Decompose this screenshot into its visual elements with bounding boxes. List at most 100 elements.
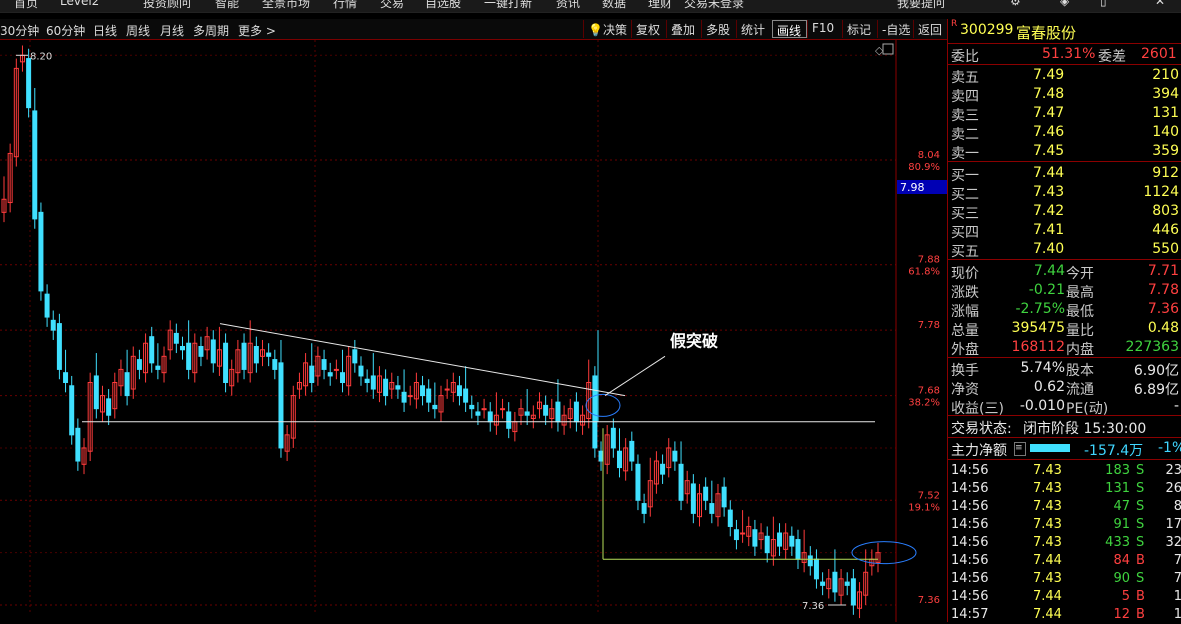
candle-body (401, 391, 407, 403)
ask-row: 卖一 7.45 359 (948, 142, 1181, 162)
tick-row: 14:56 7.43 90 S 7 (948, 570, 1181, 588)
candle-body (573, 401, 579, 423)
menu-ipo[interactable]: 一键打新 (484, 0, 532, 11)
tool-remove-watch[interactable]: -自选 (877, 20, 913, 38)
menu-advisor[interactable]: 投资顾问 (143, 0, 191, 11)
tick-side: S (1136, 535, 1145, 550)
ask-volume: 210 (1152, 67, 1179, 83)
quote-value: 6.89亿 (1133, 382, 1179, 398)
period-monthly[interactable]: 月线 (160, 22, 184, 39)
menu-login-status[interactable]: 交易未登录 (684, 0, 744, 11)
period-30min[interactable]: 30分钟 (0, 22, 39, 39)
candle-body (223, 342, 229, 383)
tool-f10[interactable]: F10 (807, 20, 842, 38)
chart-grid (0, 40, 897, 622)
phone-icon[interactable]: ▯ (1100, 0, 1107, 8)
candle-body (660, 463, 666, 475)
top-menu-bar: 首页 Level2 投资顾问 智能 全景市场 行情 交易 自选股 一键打新 资讯… (0, 0, 1181, 13)
candle-body (38, 211, 44, 292)
period-weekly[interactable]: 周线 (126, 22, 150, 39)
ask-label: 卖四 (951, 89, 979, 105)
quote-value: 6.90亿 (1133, 363, 1179, 379)
bid-row: 买三 7.42 803 (948, 202, 1181, 222)
stock-marker: R (951, 19, 958, 29)
period-multi[interactable]: 多周期 (193, 22, 229, 39)
candle-body (50, 319, 56, 331)
period-more[interactable]: 更多 > (238, 22, 276, 39)
stock-name: 富春股份 (1016, 24, 1077, 42)
bid-label: 买四 (951, 225, 979, 241)
high-label: 8.20 (30, 51, 52, 62)
candle-body (721, 486, 727, 508)
menu-quotes[interactable]: 行情 (333, 0, 357, 11)
annotation-pointer (604, 355, 666, 397)
tool-decision[interactable]: 💡决策 (583, 20, 631, 38)
tick-price: 7.44 (1033, 589, 1062, 604)
price-axis: 8.0480.9% 7.8861.8% 7.78 7.6838.2% 7.5219.1%… (875, 43, 947, 606)
low-label: 7.36 (802, 601, 824, 612)
candle-body (598, 450, 604, 462)
tool-draw[interactable]: 画线 (772, 20, 807, 38)
candle-body (173, 332, 179, 344)
quote-row: 净资 0.62 流通 6.89亿 (948, 378, 1181, 398)
candle-body (635, 463, 641, 501)
divider (948, 161, 1181, 162)
quote-value: - (1173, 398, 1179, 414)
tool-overlay[interactable]: 叠加 (666, 20, 701, 38)
settings-icon[interactable]: ⚙ (1010, 0, 1021, 8)
box-icon[interactable]: ◈ (1060, 0, 1069, 8)
tool-fuquan[interactable]: 复权 (631, 20, 666, 38)
close-icon[interactable]: ✕ (1155, 0, 1165, 8)
menu-watchlist[interactable]: 自选股 (425, 0, 461, 11)
menu-level2[interactable]: Level2 (60, 0, 99, 8)
candle-body (610, 427, 616, 449)
candlestick-chart[interactable]: 假突破 8.20 7.36 8.0480.9% 7.8861.8% 7.78 7.6838… (0, 40, 947, 622)
candle-body (733, 529, 739, 541)
quote-label: 量比 (1066, 323, 1094, 339)
tick-count: 26 (1165, 481, 1181, 496)
tick-time: 14:56 (951, 589, 989, 604)
menu-market[interactable]: 全景市场 (262, 0, 310, 11)
ask-row: 卖五 7.49 210 (948, 66, 1181, 86)
weibi-row: 委比 51.31% 委差 2601 (948, 45, 1181, 65)
tick-volume: 84 (1113, 553, 1130, 568)
status-label: 交易状态: (951, 421, 1012, 437)
tool-stats[interactable]: 统计 (736, 20, 772, 38)
tick-row: 14:56 7.43 91 S 17 (948, 516, 1181, 534)
price-tick-label: 7.52 (918, 490, 940, 501)
candle-body (149, 336, 155, 364)
menu-home[interactable]: 首页 (14, 0, 38, 11)
weicha-label: 委差 (1098, 49, 1126, 65)
drawn-lines: 假突破 8.20 7.36 (16, 51, 917, 612)
candle-body (124, 372, 130, 397)
period-60min[interactable]: 60分钟 (46, 22, 85, 39)
list-icon[interactable]: ≡ (1014, 442, 1026, 456)
candle-body (44, 293, 50, 318)
tool-multistock[interactable]: 多股 (701, 20, 736, 38)
ask-volume: 131 (1152, 105, 1179, 121)
tick-side: B (1136, 553, 1145, 568)
quote-label: 现价 (951, 266, 979, 282)
menu-finance[interactable]: 理财 (648, 0, 672, 11)
candle-body (426, 388, 432, 403)
tick-price: 7.44 (1033, 607, 1062, 622)
candle-body (32, 110, 38, 220)
quote-value: 395475 (1011, 320, 1065, 336)
menu-ask[interactable]: 我要提问 (897, 0, 945, 11)
tick-volume: 5 (1121, 589, 1130, 604)
candle-body (500, 408, 506, 411)
quote-value: -2.75% (1015, 301, 1065, 317)
tool-back[interactable]: 返回 (913, 20, 947, 38)
period-daily[interactable]: 日线 (93, 22, 117, 39)
menu-news[interactable]: 资讯 (556, 0, 580, 11)
menu-smart[interactable]: 智能 (215, 0, 239, 11)
menu-trade[interactable]: 交易 (380, 0, 404, 11)
menu-data[interactable]: 数据 (602, 0, 626, 11)
quote-label: 涨幅 (951, 304, 979, 320)
tick-time: 14:56 (951, 571, 989, 586)
current-price-tag: 7.98 (900, 181, 925, 194)
tool-mark[interactable]: 标记 (842, 20, 877, 38)
tick-count: 17 (1165, 517, 1181, 532)
candle-body (469, 404, 475, 410)
price-tick-label: 7.78 (918, 320, 940, 331)
